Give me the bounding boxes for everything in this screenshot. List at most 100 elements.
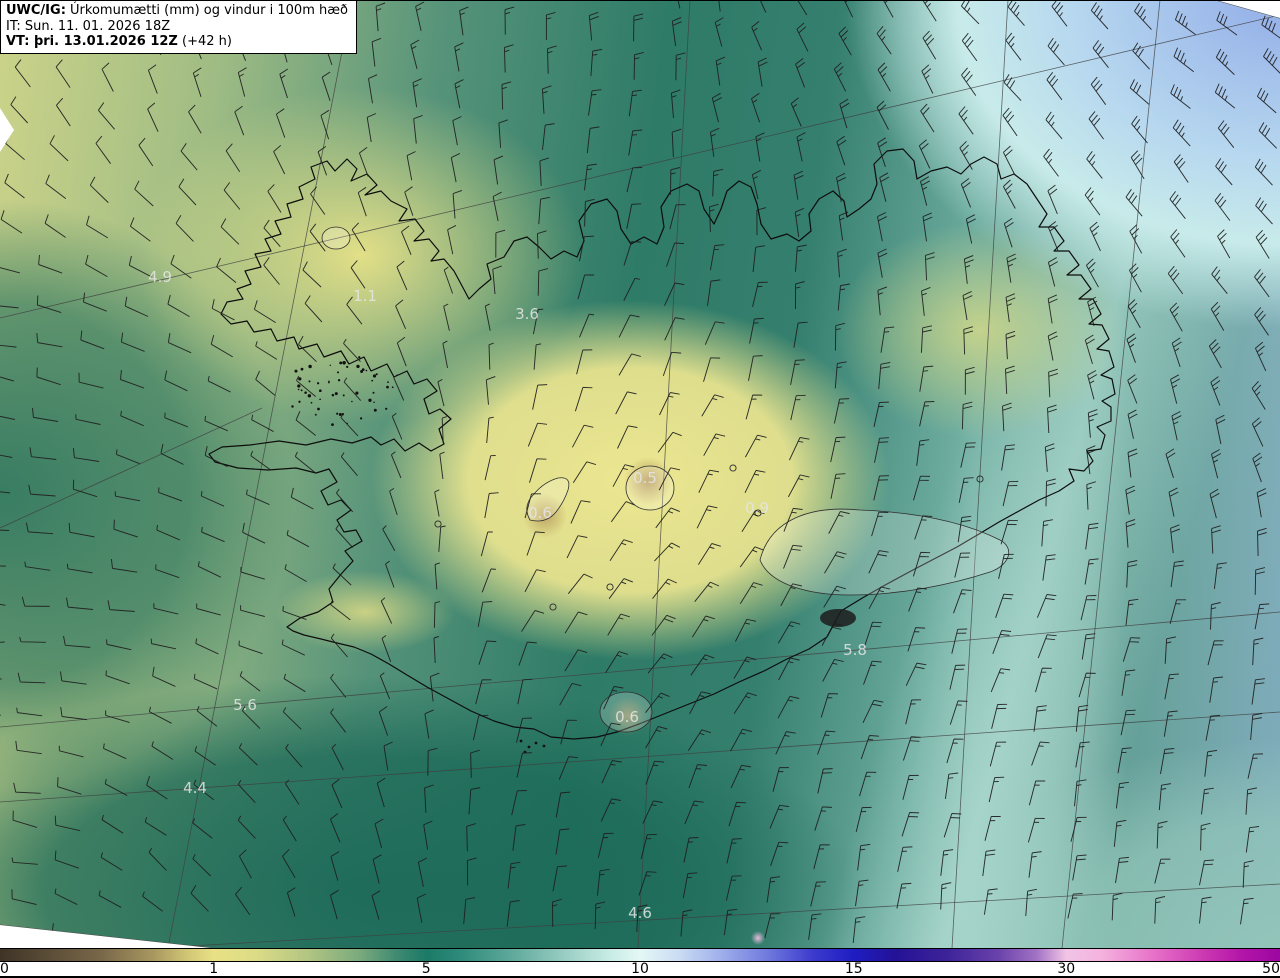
wind-barb [940, 882, 952, 910]
wind-barb [195, 638, 219, 655]
wind-barb [1251, 417, 1264, 447]
graticule-line [0, 14, 1280, 319]
island-dot [355, 391, 359, 395]
graticule-line [951, 0, 1009, 948]
wind-barb [417, 857, 428, 887]
wind-barb [1005, 330, 1016, 360]
wind-barb [330, 708, 347, 733]
wind-barb [1240, 897, 1254, 925]
wind-barb [223, 182, 241, 210]
island-dot [297, 388, 300, 391]
colorbar: 0 1 5 10 15 30 50 [0, 948, 1280, 978]
valid-line: VT: þri. 13.01.2026 12Z (+42 h) [6, 34, 348, 50]
wind-barb [290, 487, 314, 510]
wind-barb [588, 89, 602, 116]
island-dot [334, 392, 338, 396]
wind-barb [396, 336, 407, 367]
wind-barb [24, 561, 51, 571]
wind-barb [1046, 72, 1063, 101]
wind-barb [682, 872, 698, 899]
wind-barb [916, 439, 930, 466]
wind-barb [777, 621, 801, 644]
wind-barb [164, 412, 189, 428]
wind-barb [107, 600, 135, 612]
wind-barb [395, 299, 407, 329]
island-dot [319, 398, 321, 401]
wind-barb [1002, 480, 1019, 507]
wind-barb [0, 714, 1, 716]
wind-barb [251, 414, 274, 433]
wind-barb [1072, 854, 1087, 881]
wind-barb [238, 743, 258, 766]
island-dot [298, 400, 301, 403]
wind-barb [920, 176, 931, 206]
map-title: Úrkomumætti (mm) og vindur i 100m hæð [70, 3, 348, 18]
wind-barb [655, 507, 680, 529]
island-dot [386, 385, 389, 389]
wind-barb [484, 303, 491, 331]
wind-barb [72, 479, 98, 498]
wind-barb [797, 0, 808, 16]
wind-barb [1047, 294, 1058, 324]
wind-barb [103, 743, 127, 760]
wind-barb [834, 361, 847, 389]
wind-barb [860, 735, 880, 760]
wind-barb [822, 658, 844, 682]
wind-barb [1254, 567, 1266, 595]
wind-barb [481, 568, 496, 593]
valid-time: VT: þri. 13.01.2026 12Z [6, 34, 178, 50]
wind-barb [383, 741, 393, 771]
wind-barb [1169, 191, 1186, 219]
contour-value-label: 4.4 [183, 779, 207, 797]
wind-barb [1242, 860, 1254, 888]
wind-barb [953, 589, 972, 614]
wind-barb [11, 857, 38, 865]
wind-barb [1209, 676, 1224, 703]
wind-barb [873, 401, 889, 428]
wind-barb [56, 97, 71, 127]
wind-barb [146, 776, 168, 800]
wind-barb [424, 784, 434, 813]
wind-barb [1084, 334, 1095, 365]
wind-barb [538, 196, 550, 225]
wind-barb [237, 815, 256, 839]
wind-barb [329, 813, 341, 843]
wind-barb [1158, 783, 1171, 811]
station-circle-marker [606, 583, 614, 591]
wind-barb [512, 824, 526, 851]
wind-barb [795, 58, 806, 88]
wind-barb [922, 0, 937, 22]
wind-barb [559, 682, 582, 706]
wind-barb [901, 812, 920, 837]
wind-barb [555, 791, 571, 818]
wind-barb [876, 100, 889, 130]
wind-barb [11, 889, 37, 905]
wind-barb [982, 849, 996, 877]
wind-barb [610, 501, 635, 523]
wind-barb [607, 613, 630, 636]
wind-barb [204, 446, 228, 468]
wind-barb [1208, 339, 1222, 369]
wind-barb [389, 487, 398, 516]
wind-barb [57, 777, 82, 795]
wind-barb [415, 1, 425, 31]
wind-barb [796, 22, 809, 52]
wind-barb [371, 37, 382, 67]
wind-barb [282, 849, 296, 879]
wind-barb [605, 651, 629, 673]
wind-barb [524, 569, 546, 593]
wind-barb [350, 260, 366, 289]
wind-barb [921, 64, 934, 94]
weather-map: 4.9 1.1 3.6 0.5 0.6 0.9 0.6 5.8 5.6 4.4 4.6 UWC/IG… [0, 0, 1280, 948]
wind-barb [17, 672, 46, 684]
wind-barb [1216, 11, 1238, 36]
wind-barb [120, 410, 144, 427]
wind-barb [1005, 365, 1015, 395]
contour-value-label: 0.9 [745, 499, 769, 517]
wind-barb [527, 422, 548, 447]
wind-barb [368, 74, 378, 104]
wind-barb [507, 861, 521, 889]
wind-barb [1121, 669, 1136, 696]
wind-barb [920, 103, 935, 133]
wind-barb [1125, 519, 1136, 548]
